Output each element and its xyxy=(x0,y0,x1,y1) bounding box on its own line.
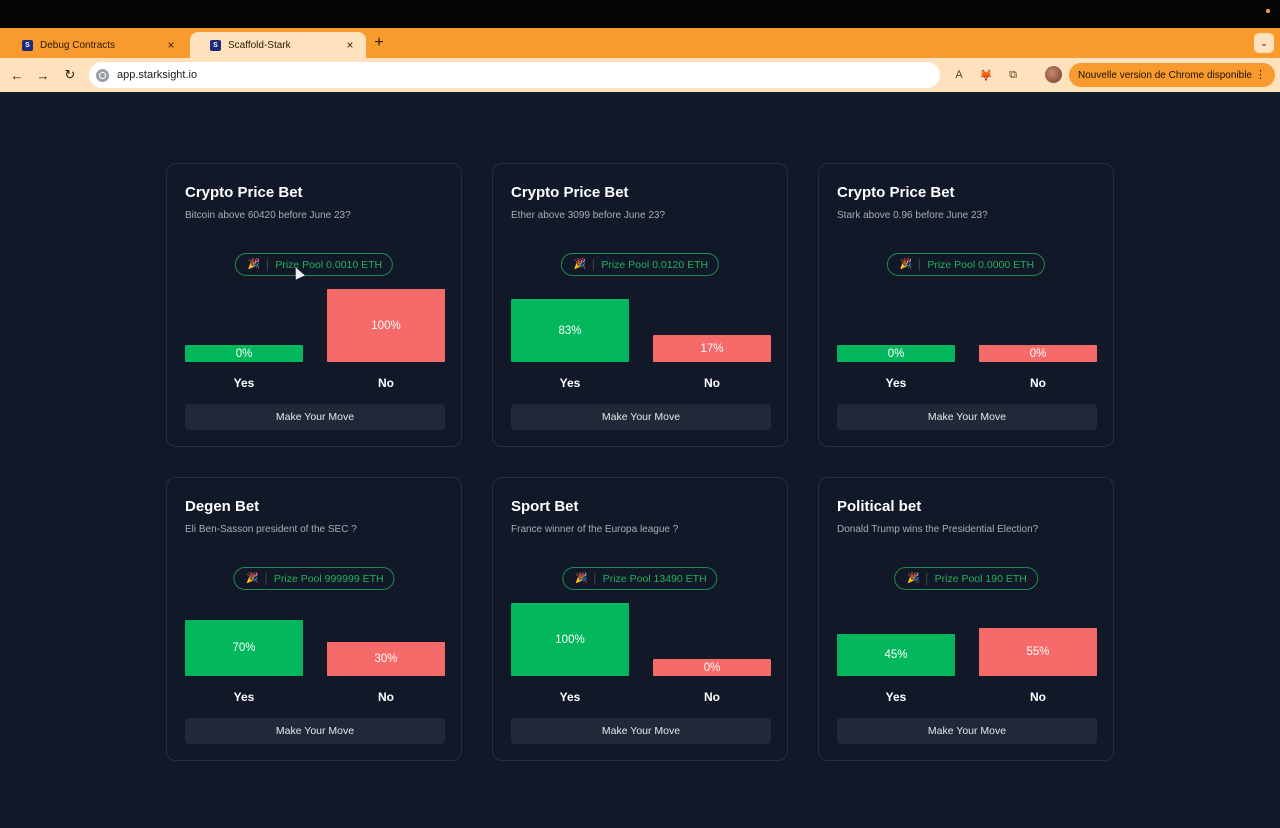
no-percentage-bar[interactable]: 17% xyxy=(653,335,771,362)
bet-card: Crypto Price Bet Bitcoin above 60420 befo… xyxy=(166,163,462,447)
make-your-move-button[interactable]: Make Your Move xyxy=(837,718,1097,744)
kebab-menu-icon[interactable]: ⋮ xyxy=(1255,68,1266,81)
yes-percentage-bar[interactable]: 0% xyxy=(185,345,303,362)
prize-pool-text: Prize Pool 0.0000 ETH xyxy=(927,258,1035,271)
prize-pool-badge: 🎉 Prize Pool 999999 ETH xyxy=(233,567,395,590)
tab-scaffold-stark[interactable]: S Scaffold-Stark × xyxy=(190,32,366,58)
prize-pool-text: Prize Pool 190 ETH xyxy=(934,572,1027,585)
scaffold-stark-icon: S xyxy=(22,39,33,51)
new-tab-button[interactable]: + xyxy=(372,34,386,52)
yes-percentage-bar[interactable]: 45% xyxy=(837,634,955,676)
bet-question: Ether above 3099 before June 23? xyxy=(511,210,666,221)
no-label: No xyxy=(378,376,394,390)
yes-label: Yes xyxy=(233,376,255,390)
no-label: No xyxy=(1030,690,1046,704)
browser-tab-strip: S Debug Contracts × S Scaffold-Stark × +… xyxy=(0,28,1280,58)
party-popper-icon: 🎉 xyxy=(246,573,259,584)
status-dot xyxy=(1266,9,1270,13)
prize-pool-text: Prize Pool 13490 ETH xyxy=(602,572,707,585)
yes-percentage-bar[interactable]: 70% xyxy=(185,620,303,676)
no-label: No xyxy=(1030,376,1046,390)
update-label: Nouvelle version de Chrome disponible xyxy=(1078,69,1252,81)
site-info-icon[interactable] xyxy=(96,68,109,82)
divider xyxy=(926,572,928,585)
yes-percentage-bar[interactable]: 100% xyxy=(511,603,629,676)
no-label: No xyxy=(378,690,394,704)
divider xyxy=(594,572,596,585)
yes-label: Yes xyxy=(885,376,907,390)
scaffold-stark-icon: S xyxy=(210,39,221,51)
bet-title: Crypto Price Bet xyxy=(837,184,955,201)
prize-pool-badge: 🎉 Prize Pool 190 ETH xyxy=(894,567,1038,590)
tab-label: Scaffold-Stark xyxy=(228,39,291,51)
divider xyxy=(593,258,595,271)
bet-question: Donald Trump wins the Presidential Elect… xyxy=(837,524,1039,535)
bet-card: Crypto Price Bet Stark above 0.96 before … xyxy=(818,163,1114,447)
profile-avatar[interactable] xyxy=(1045,66,1062,83)
no-percentage-bar[interactable]: 100% xyxy=(327,289,445,362)
address-bar[interactable]: app.starksight.io xyxy=(89,62,940,88)
tab-debug-contracts[interactable]: S Debug Contracts × xyxy=(2,32,187,58)
party-popper-icon: 🎉 xyxy=(573,259,587,270)
prize-pool-badge: 🎉 Prize Pool 13490 ETH xyxy=(562,567,718,590)
url-text: app.starksight.io xyxy=(117,69,198,81)
yes-label: Yes xyxy=(559,690,581,704)
bet-question: France winner of the Europa league ? xyxy=(511,524,679,535)
forward-arrow-icon[interactable]: → xyxy=(34,66,52,84)
prize-pool-text: Prize Pool 999999 ETH xyxy=(273,572,384,585)
no-percentage-bar[interactable]: 55% xyxy=(979,628,1097,676)
bet-card: Political bet Donald Trump wins the Presi… xyxy=(818,477,1114,761)
prize-pool-badge: 🎉 Prize Pool 0.0000 ETH xyxy=(886,253,1046,276)
bet-card: Crypto Price Bet Ether above 3099 before … xyxy=(492,163,788,447)
divider xyxy=(919,258,921,271)
party-popper-icon: 🎉 xyxy=(907,573,920,584)
bet-title: Sport Bet xyxy=(511,498,579,515)
party-popper-icon: 🎉 xyxy=(247,259,261,270)
make-your-move-button[interactable]: Make Your Move xyxy=(511,404,771,430)
back-arrow-icon[interactable]: ← xyxy=(8,66,26,84)
bet-question: Eli Ben-Sasson president of the SEC ? xyxy=(185,524,357,535)
translate-extension-icon[interactable]: A xyxy=(951,67,967,83)
no-label: No xyxy=(704,376,720,390)
divider xyxy=(265,572,267,585)
prize-pool-text: Prize Pool 0.0120 ETH xyxy=(601,258,709,271)
chrome-update-button[interactable]: Nouvelle version de Chrome disponible ⋮ xyxy=(1069,63,1275,87)
bet-title: Political bet xyxy=(837,498,922,515)
bet-title: Crypto Price Bet xyxy=(185,184,303,201)
reload-icon[interactable]: ↻ xyxy=(61,66,79,84)
no-percentage-bar[interactable]: 0% xyxy=(653,659,771,676)
bet-card: Degen Bet Eli Ben-Sasson president of the… xyxy=(166,477,462,761)
yes-label: Yes xyxy=(233,690,255,704)
no-percentage-bar[interactable]: 0% xyxy=(979,345,1097,362)
tab-search-button[interactable]: ⌄ xyxy=(1254,33,1274,53)
browser-toolbar: ← → ↻ app.starksight.io A 🦊 ⧉ Nouvelle v… xyxy=(0,58,1280,92)
no-percentage-bar[interactable]: 30% xyxy=(327,642,445,676)
metamask-fox-icon[interactable]: 🦊 xyxy=(978,67,994,83)
bet-question: Stark above 0.96 before June 23? xyxy=(837,210,988,221)
bet-title: Degen Bet xyxy=(185,498,260,515)
tab-label: Debug Contracts xyxy=(40,39,116,51)
bet-title: Crypto Price Bet xyxy=(511,184,629,201)
close-icon[interactable]: × xyxy=(344,38,356,52)
make-your-move-button[interactable]: Make Your Move xyxy=(837,404,1097,430)
divider xyxy=(267,258,269,271)
yes-percentage-bar[interactable]: 83% xyxy=(511,299,629,362)
os-top-bar xyxy=(0,0,1280,28)
make-your-move-button[interactable]: Make Your Move xyxy=(511,718,771,744)
bet-question: Bitcoin above 60420 before June 23? xyxy=(185,210,351,221)
prize-pool-badge: 🎉 Prize Pool 0.0120 ETH xyxy=(560,253,720,276)
make-your-move-button[interactable]: Make Your Move xyxy=(185,404,445,430)
no-label: No xyxy=(704,690,720,704)
make-your-move-button[interactable]: Make Your Move xyxy=(185,718,445,744)
yes-percentage-bar[interactable]: 0% xyxy=(837,345,955,362)
party-popper-icon: 🎉 xyxy=(899,259,913,270)
extensions-puzzle-icon[interactable]: ⧉ xyxy=(1005,67,1021,83)
prize-pool-badge: 🎉 Prize Pool 0.0010 ETH xyxy=(234,253,394,276)
yes-label: Yes xyxy=(559,376,581,390)
bet-card: Sport Bet France winner of the Europa lea… xyxy=(492,477,788,761)
close-icon[interactable]: × xyxy=(165,38,177,52)
party-popper-icon: 🎉 xyxy=(575,573,588,584)
yes-label: Yes xyxy=(885,690,907,704)
